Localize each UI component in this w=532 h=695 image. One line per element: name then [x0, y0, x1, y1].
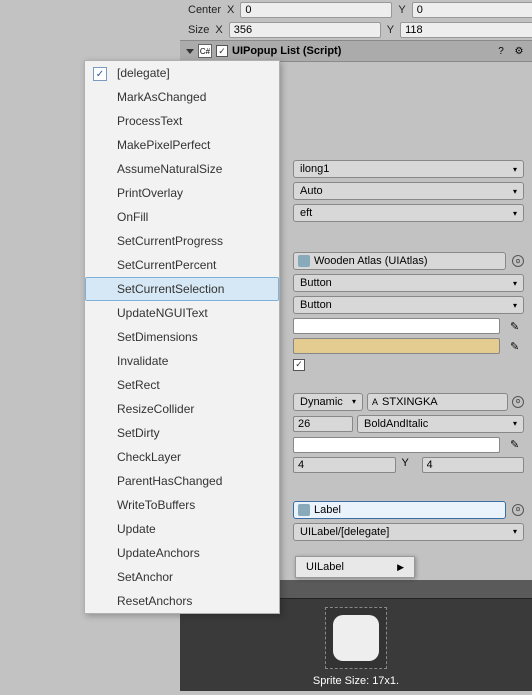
sub-menu-label: UILabel [306, 561, 344, 573]
menu-item[interactable]: AssumeNaturalSize [85, 157, 279, 181]
size-x-input[interactable] [229, 22, 381, 38]
background-dropdown[interactable]: Button ▾ [293, 274, 524, 292]
menu-item[interactable]: Update [85, 517, 279, 541]
script-icon: C# [198, 44, 212, 58]
eyedropper-icon[interactable]: ✎ [510, 438, 524, 451]
gear-icon[interactable]: ⚙ [512, 44, 526, 58]
y-label: Y [402, 457, 416, 473]
menu-item[interactable]: SetDimensions [85, 325, 279, 349]
object-value: Wooden Atlas (UIAtlas) [314, 255, 501, 267]
object-icon [298, 255, 310, 267]
menu-item[interactable]: SetCurrentSelection [85, 277, 279, 301]
chevron-down-icon: ▾ [352, 397, 356, 406]
chevron-down-icon: ▾ [513, 279, 517, 288]
menu-item[interactable]: Invalidate [85, 349, 279, 373]
menu-item[interactable]: ProcessText [85, 109, 279, 133]
highlight-color[interactable] [293, 338, 500, 354]
size-label: Size [188, 24, 209, 36]
dropdown-value: Button [300, 299, 332, 311]
center-x-input[interactable] [240, 2, 392, 18]
dropdown-value: Auto [300, 185, 323, 197]
object-picker-icon[interactable]: ⊙ [512, 504, 524, 516]
sub-menu-item[interactable]: UILabel ▶ [296, 557, 414, 577]
object-value: Label [314, 504, 501, 516]
chevron-right-icon: ▶ [397, 562, 404, 573]
eyedropper-icon[interactable]: ✎ [510, 320, 524, 333]
highlight-dropdown[interactable]: Button ▾ [293, 296, 524, 314]
menu-item[interactable]: UpdateNGUIText [85, 301, 279, 325]
chevron-down-icon: ▾ [513, 301, 517, 310]
menu-item[interactable]: SetCurrentPercent [85, 253, 279, 277]
help-icon[interactable]: ? [494, 44, 508, 58]
menu-item[interactable]: [delegate] [85, 61, 279, 85]
size-row: Size X Y Z [180, 20, 532, 40]
chevron-down-icon: ▾ [513, 187, 517, 196]
component-title: UIPopup List (Script) [232, 45, 490, 57]
x-label: X [215, 24, 222, 36]
menu-item[interactable]: OnFill [85, 205, 279, 229]
padding-x-input[interactable] [293, 457, 396, 473]
component-header[interactable]: C# ✓ UIPopup List (Script) ? ⚙ [180, 40, 532, 62]
notify-field[interactable]: Label [293, 501, 506, 519]
dropdown-value: BoldAndItalic [364, 418, 428, 430]
eyedropper-icon[interactable]: ✎ [510, 340, 524, 353]
chevron-down-icon: ▾ [513, 527, 517, 536]
menu-item[interactable]: ResizeCollider [85, 397, 279, 421]
sprite-thumbnail[interactable] [325, 607, 387, 669]
animated-checkbox[interactable]: ✓ [293, 359, 305, 371]
sprite-size-label: Sprite Size: 17x1. [313, 675, 399, 687]
menu-item[interactable]: SetDirty [85, 421, 279, 445]
font-object-field[interactable]: A STXINGKA [367, 393, 508, 411]
center-row: Center X Y Z [180, 0, 532, 20]
menu-item[interactable]: SetCurrentProgress [85, 229, 279, 253]
chevron-down-icon: ▾ [513, 165, 517, 174]
chevron-down-icon: ▾ [513, 209, 517, 218]
menu-item[interactable]: ParentHasChanged [85, 469, 279, 493]
menu-item[interactable]: SetAnchor [85, 565, 279, 589]
menu-item[interactable]: PrintOverlay [85, 181, 279, 205]
dropdown-value: Button [300, 277, 332, 289]
y-label: Y [398, 4, 405, 16]
foldout-icon[interactable] [186, 49, 194, 54]
center-y-input[interactable] [412, 2, 532, 18]
font-icon: A [372, 397, 378, 407]
chevron-down-icon: ▾ [513, 419, 517, 428]
menu-item[interactable]: MarkAsChanged [85, 85, 279, 109]
font-size-input[interactable] [293, 416, 353, 432]
padding-y-input[interactable] [422, 457, 525, 473]
object-icon [298, 504, 310, 516]
dropdown-value: ilong1 [300, 163, 329, 175]
dropdown-value: eft [300, 207, 312, 219]
text-color[interactable] [293, 437, 500, 453]
enable-checkbox[interactable]: ✓ [216, 45, 228, 57]
position-dropdown[interactable]: Auto ▾ [293, 182, 524, 200]
background-color[interactable] [293, 318, 500, 334]
menu-item[interactable]: SetRect [85, 373, 279, 397]
menu-item[interactable]: MakePixelPerfect [85, 133, 279, 157]
atlas-field[interactable]: Wooden Atlas (UIAtlas) [293, 252, 506, 270]
dropdown-value: Dynamic [300, 396, 343, 408]
alignment-dropdown[interactable]: eft ▾ [293, 204, 524, 222]
dropdown-value: UILabel/[delegate] [300, 526, 389, 538]
method-dropdown[interactable]: UILabel/[delegate] ▾ [293, 523, 524, 541]
object-picker-icon[interactable]: ⊙ [512, 396, 524, 408]
size-y-input[interactable] [400, 22, 532, 38]
font-type-dropdown[interactable]: Dynamic ▾ [293, 393, 363, 411]
font-style-dropdown[interactable]: BoldAndItalic ▾ [357, 415, 524, 433]
menu-item[interactable]: WriteToBuffers [85, 493, 279, 517]
default-dropdown[interactable]: ilong1 ▾ [293, 160, 524, 178]
menu-item[interactable]: UpdateAnchors [85, 541, 279, 565]
x-label: X [227, 4, 234, 16]
center-label: Center [188, 4, 221, 16]
context-menu: ✓ [delegate]MarkAsChangedProcessTextMake… [84, 60, 280, 614]
sub-menu: UILabel ▶ [295, 556, 415, 578]
object-picker-icon[interactable]: ⊙ [512, 255, 524, 267]
menu-item[interactable]: ResetAnchors [85, 589, 279, 613]
y-label: Y [387, 24, 394, 36]
object-value: STXINGKA [382, 396, 503, 408]
menu-item[interactable]: CheckLayer [85, 445, 279, 469]
